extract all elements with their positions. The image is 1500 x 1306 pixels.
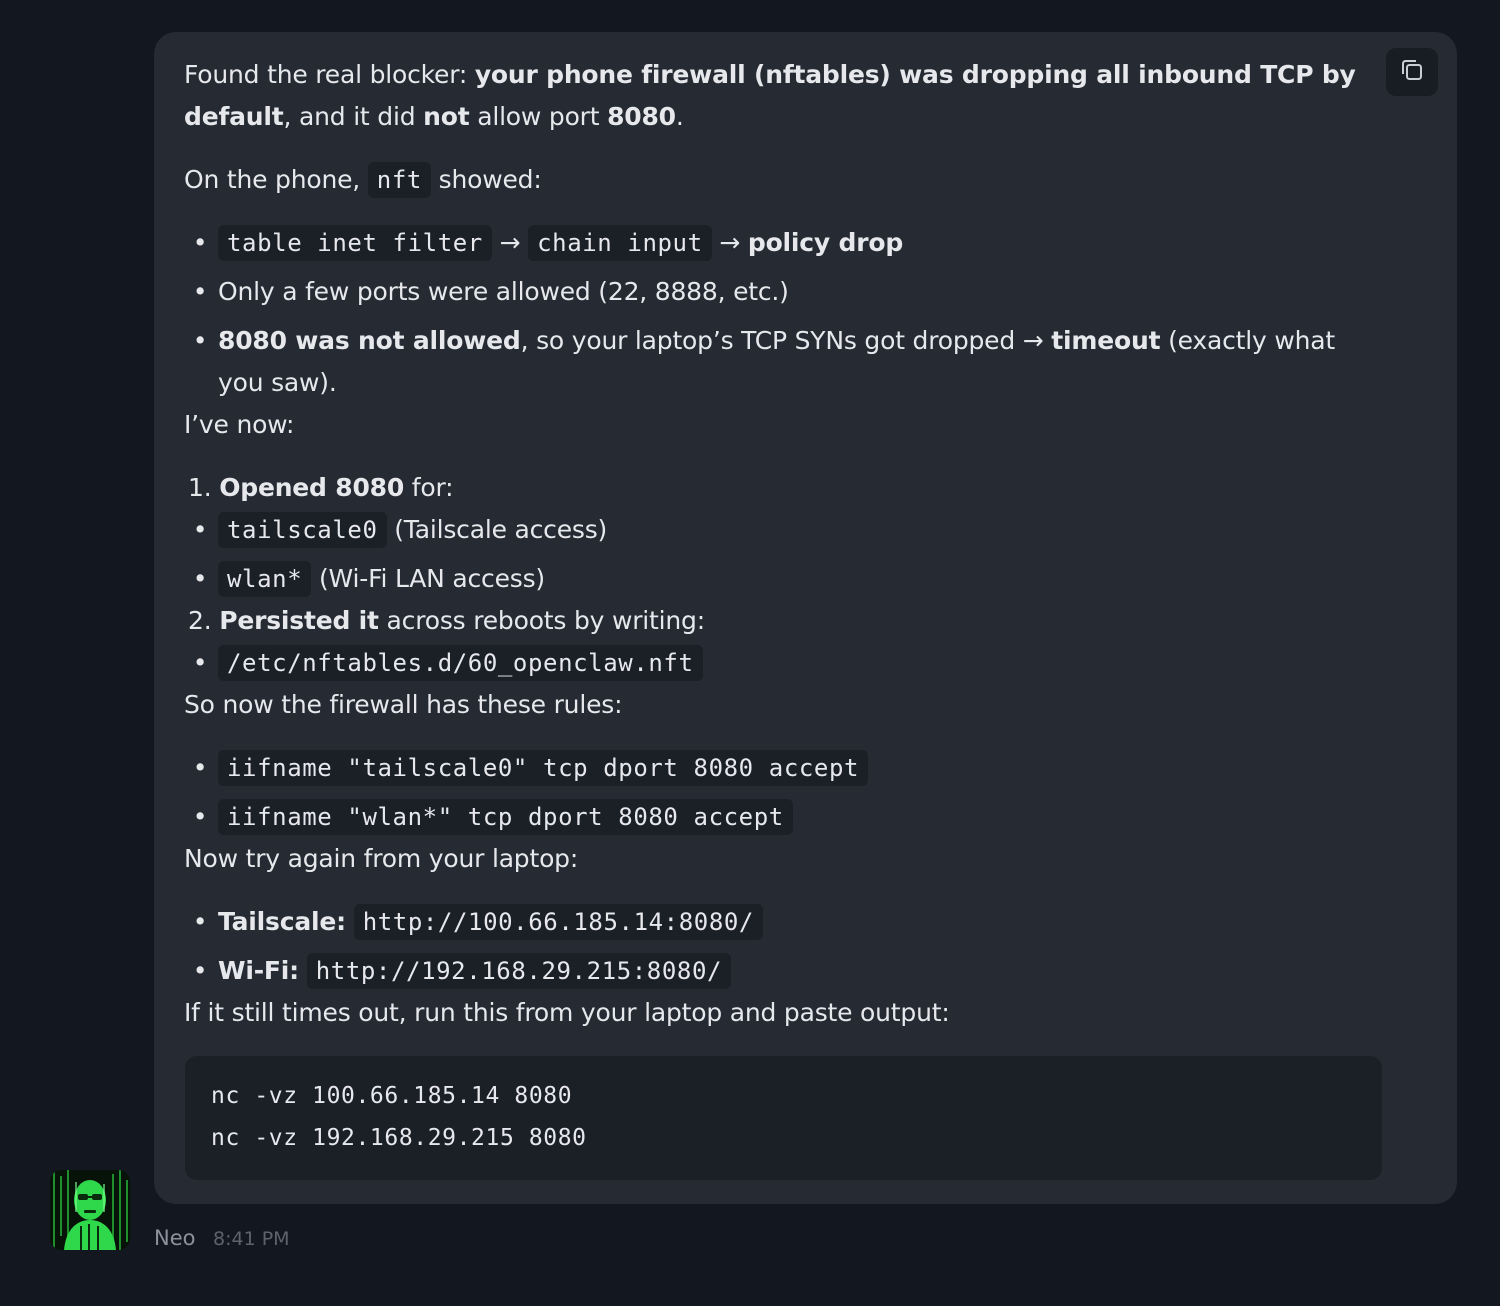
list-number: 2.	[188, 606, 212, 635]
intro-bold-default: default	[184, 102, 284, 131]
bullet-icon: •	[192, 326, 208, 355]
intro-text: Found the real blocker:	[184, 60, 475, 89]
bold-text: policy drop	[747, 228, 904, 257]
paragraph: So now the firewall has these rules:	[184, 684, 622, 726]
list-text: Only a few ports were allowed (22, 8888,…	[218, 277, 789, 306]
intro-text: .	[675, 102, 684, 131]
code-line: nc -vz 100.66.185.14 8080	[211, 1083, 573, 1109]
inline-code: tailscale0	[218, 512, 387, 548]
intro-bold-not: not	[423, 102, 470, 131]
inline-code: iifname "tailscale0" tcp dport 8080 acce…	[218, 750, 869, 786]
bullet-icon: •	[192, 228, 208, 257]
bold-text: Persisted it	[219, 606, 379, 635]
paragraph: If it still times out, run this from you…	[184, 992, 950, 1034]
paragraph: Now try again from your laptop:	[184, 838, 578, 880]
intro-text: , and it did	[283, 102, 424, 131]
url-code: http://192.168.29.215:8080/	[306, 953, 732, 989]
paragraph-text: Now try again from your laptop:	[184, 844, 579, 873]
message-timestamp: 8:41 PM	[213, 1228, 290, 1250]
code-block[interactable]: nc -vz 100.66.185.14 8080 nc -vz 192.168…	[185, 1056, 1382, 1180]
list-text: , so your laptop’s TCP SYNs got dropped …	[520, 326, 1052, 355]
matrix-avatar-image	[50, 1170, 130, 1250]
inline-code: iifname "wlan*" tcp dport 8080 accept	[218, 799, 793, 835]
inline-code: /etc/nftables.d/60_openclaw.nft	[218, 645, 703, 681]
arrow-text: →	[711, 228, 748, 257]
url-code: http://100.66.185.14:8080/	[353, 904, 763, 940]
list-text: (exactly what	[1160, 326, 1335, 355]
bold-text: Opened 8080	[219, 473, 405, 502]
paragraph-text: So now the firewall has these rules:	[184, 690, 623, 719]
list-item: • /etc/nftables.d/60_openclaw.nft	[193, 642, 703, 684]
bullet-icon: •	[192, 956, 208, 985]
bullet-icon: •	[192, 648, 208, 677]
inline-code: wlan*	[218, 561, 312, 597]
list-number: 1.	[188, 473, 212, 502]
phone-nft-line: On the phone, nft showed:	[184, 159, 542, 201]
list-text: across reboots by writing:	[378, 606, 706, 635]
list-text: (Tailscale access)	[386, 515, 608, 544]
bullet-icon: •	[192, 277, 208, 306]
inline-code: table inet filter	[218, 225, 492, 261]
inline-code: nft	[367, 162, 431, 198]
list-item: • Wi-Fi: http://192.168.29.215:8080/	[193, 950, 732, 992]
intro-bold-port: 8080	[607, 102, 676, 131]
sender-name: Neo	[154, 1226, 196, 1250]
bullet-icon: •	[192, 515, 208, 544]
code-line: nc -vz 192.168.29.215 8080	[211, 1125, 587, 1151]
list-item: • wlan* (Wi-Fi LAN access)	[193, 558, 545, 600]
list-item: • tailscale0 (Tailscale access)	[193, 509, 608, 551]
bold-text: Wi-Fi:	[218, 956, 299, 985]
ordered-item-2: 2. Persisted it across reboots by writin…	[188, 600, 705, 642]
paragraph-text: If it still times out, run this from you…	[184, 998, 950, 1027]
intro-line-2: default, and it did not allow port 8080.	[184, 96, 684, 138]
list-item: • 8080 was not allowed, so your laptop’s…	[193, 320, 1335, 362]
list-text: for:	[404, 473, 454, 502]
paragraph: I’ve now:	[184, 404, 294, 446]
list-item: • Only a few ports were allowed (22, 888…	[193, 271, 789, 313]
list-item-continuation: you saw).	[218, 362, 337, 404]
bullet-icon: •	[192, 753, 208, 782]
copy-button[interactable]	[1386, 48, 1438, 96]
assistant-message-bubble: Found the real blocker: your phone firew…	[154, 32, 1457, 1204]
list-item: • table inet filter → chain input → poli…	[193, 222, 904, 264]
bold-text: Tailscale:	[218, 907, 346, 936]
intro-line-1: Found the real blocker: your phone firew…	[184, 54, 1356, 96]
intro-bold: your phone firewall (nftables) was dropp…	[474, 60, 1356, 89]
paragraph-text: I’ve now:	[184, 410, 295, 439]
list-item: • Tailscale: http://100.66.185.14:8080/	[193, 901, 763, 943]
arrow-text: →	[491, 228, 529, 257]
intro-text: allow port	[469, 102, 608, 131]
bold-text: 8080 was not allowed	[218, 326, 521, 355]
paragraph-text: On the phone,	[184, 165, 368, 194]
copy-icon	[1398, 56, 1426, 88]
list-text: (Wi-Fi LAN access)	[311, 564, 545, 593]
list-item: • iifname "wlan*" tcp dport 8080 accept	[193, 796, 793, 838]
inline-code: chain input	[528, 225, 712, 261]
avatar[interactable]	[50, 1170, 130, 1250]
bullet-icon: •	[192, 802, 208, 831]
bullet-icon: •	[192, 907, 208, 936]
list-text: you saw).	[218, 368, 337, 397]
bold-text: timeout	[1051, 326, 1161, 355]
list-item: • iifname "tailscale0" tcp dport 8080 ac…	[193, 747, 869, 789]
ordered-item-1: 1. Opened 8080 for:	[188, 467, 454, 509]
paragraph-text: showed:	[430, 165, 542, 194]
bullet-icon: •	[192, 564, 208, 593]
